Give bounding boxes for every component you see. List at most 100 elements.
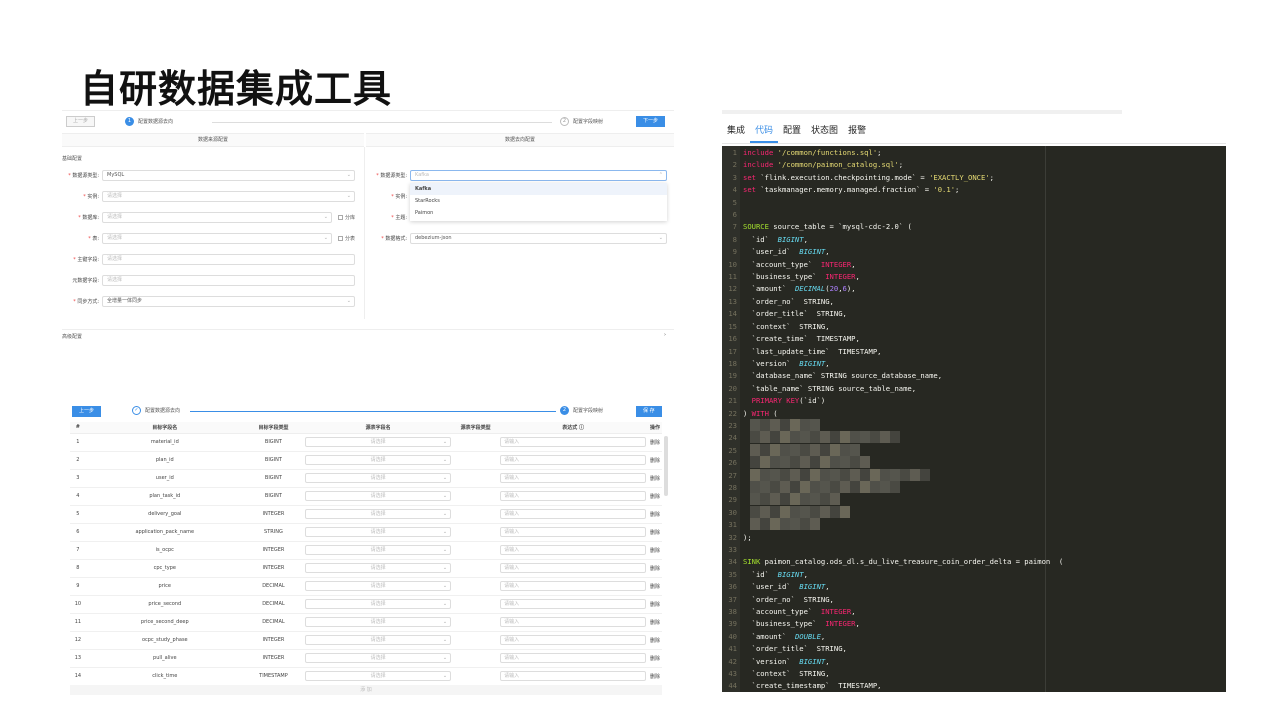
step-2[interactable]: 2 配置字段映射: [560, 406, 603, 415]
primary-key-select[interactable]: 请选择: [102, 254, 355, 265]
source-field-select[interactable]: 请选择 ⌄: [305, 635, 452, 645]
target-field-type: INTEGER: [243, 541, 304, 560]
code-token: BIGINT: [777, 569, 804, 579]
delete-link[interactable]: 删除: [648, 595, 662, 614]
expression-input[interactable]: 请输入: [500, 671, 647, 681]
delete-link[interactable]: 删除: [648, 541, 662, 560]
source-field-select[interactable]: 请选择 ⌄: [305, 617, 452, 627]
save-button[interactable]: 保 存: [636, 406, 662, 417]
expression-input[interactable]: 请输入: [500, 581, 647, 591]
code-line: 41 `order_title` STRING,: [722, 643, 1063, 655]
data-format-select[interactable]: debezium-json ⌄: [410, 233, 667, 244]
target-type-select[interactable]: Kafka ⌃: [410, 170, 667, 181]
source-type-select[interactable]: MySQL ⌄: [102, 170, 355, 181]
tab-integration[interactable]: 集成: [722, 120, 750, 143]
shard-table-checkbox[interactable]: 分表: [338, 235, 355, 242]
line-number: 38: [728, 607, 737, 617]
metadata-field-select[interactable]: 请选择: [102, 275, 355, 286]
shard-db-checkbox[interactable]: 分库: [338, 214, 355, 221]
source-field-select[interactable]: 请选择 ⌄: [305, 491, 452, 501]
tab-state-graph[interactable]: 状态图: [806, 120, 843, 143]
dropdown-option-paimon[interactable]: Paimon: [410, 207, 667, 219]
advanced-config-section[interactable]: 高级配置 ›: [62, 329, 674, 340]
step-2[interactable]: 2 配置字段映射: [560, 117, 603, 126]
expression-input[interactable]: 请输入: [500, 617, 647, 627]
redaction-pixel: [880, 431, 890, 444]
source-field-select[interactable]: 请选择 ⌄: [305, 599, 452, 609]
line-number: 5: [732, 197, 737, 207]
delete-link[interactable]: 删除: [648, 469, 662, 488]
expression-input[interactable]: 请输入: [500, 635, 647, 645]
redaction-pixel: [830, 505, 840, 518]
code-token: 'EXACTLY_ONCE': [929, 172, 990, 182]
row-index: 7: [70, 541, 86, 560]
code-token: ;: [989, 172, 994, 182]
delete-link[interactable]: 删除: [648, 631, 662, 650]
delete-link[interactable]: 删除: [648, 577, 662, 596]
table-select[interactable]: 请选择 ⌄: [102, 233, 332, 244]
delete-link[interactable]: 删除: [648, 649, 662, 668]
source-field-select[interactable]: 请选择 ⌄: [305, 455, 452, 465]
delete-link[interactable]: 删除: [648, 667, 662, 686]
delete-link[interactable]: 删除: [648, 505, 662, 524]
expression-input[interactable]: 请输入: [500, 509, 647, 519]
code-line: 38 `account_type` INTEGER,: [722, 606, 1063, 618]
expression-input[interactable]: 请输入: [500, 545, 647, 555]
source-field-select[interactable]: 请选择 ⌄: [305, 581, 452, 591]
source-field-select[interactable]: 请选择 ⌄: [305, 437, 452, 447]
code-line: 4 set `taskmanager.memory.managed.fractio…: [722, 184, 1063, 196]
dropdown-option-kafka[interactable]: Kafka: [410, 183, 667, 195]
source-field-select[interactable]: 请选择 ⌄: [305, 527, 452, 537]
delete-link[interactable]: 删除: [648, 433, 662, 452]
redaction-pixel: [760, 505, 770, 518]
instance-select[interactable]: 请选择 ⌄: [102, 191, 355, 202]
dropdown-option-starrocks[interactable]: StarRocks: [410, 195, 667, 207]
source-field-type: [453, 559, 499, 578]
tab-alert[interactable]: 报警: [843, 120, 871, 143]
source-field-select[interactable]: 请选择 ⌄: [305, 671, 452, 681]
tab-code[interactable]: 代码: [750, 120, 779, 143]
delete-link[interactable]: 删除: [648, 523, 662, 542]
expression-input[interactable]: 请输入: [500, 437, 647, 447]
step-1[interactable]: 1 配置数据源去向: [125, 117, 173, 126]
expression-cell: 请输入: [498, 451, 649, 470]
expression-input[interactable]: 请输入: [500, 599, 647, 609]
redaction-pixel: [780, 443, 790, 456]
redaction-pixel: [800, 518, 810, 531]
source-field-select[interactable]: 请选择 ⌄: [305, 653, 452, 663]
code-line: 13 `order_no` STRING,: [722, 296, 1063, 308]
source-field-select[interactable]: 请选择 ⌄: [305, 509, 452, 519]
tab-config[interactable]: 配置: [778, 120, 806, 143]
expression-cell: 请输入: [498, 523, 649, 542]
add-row-button[interactable]: 添 加: [70, 685, 662, 695]
delete-link[interactable]: 删除: [648, 613, 662, 632]
source-field-select[interactable]: 请选择 ⌄: [305, 473, 452, 483]
row-index: 2: [70, 451, 86, 470]
sync-mode-row: * 同步方式: 全增量一体同步 ⌄: [62, 296, 355, 307]
next-step-button[interactable]: 下一步: [636, 116, 666, 127]
expression-input[interactable]: 请输入: [500, 527, 647, 537]
expression-input[interactable]: 请输入: [500, 563, 647, 573]
source-field-select[interactable]: 请选择 ⌄: [305, 563, 452, 573]
delete-link[interactable]: 删除: [648, 559, 662, 578]
expression-input[interactable]: 请输入: [500, 491, 647, 501]
prev-step-button[interactable]: 上一步: [72, 406, 102, 417]
database-select[interactable]: 请选择 ⌄: [102, 212, 332, 223]
target-field-type: BIGINT: [243, 469, 304, 488]
prev-step-button[interactable]: 上一步: [66, 116, 96, 127]
delete-link[interactable]: 删除: [648, 487, 662, 506]
expression-input[interactable]: 请输入: [500, 455, 647, 465]
delete-link[interactable]: 删除: [648, 451, 662, 470]
expression-input[interactable]: 请输入: [500, 473, 647, 483]
code-editor[interactable]: 1 include '/common/functions.sql'; 2 includ…: [722, 146, 1226, 692]
step-1-done[interactable]: ✓ 配置数据源去向: [132, 406, 180, 415]
col-index: #: [70, 422, 86, 434]
target-topic-label: * 主题:: [391, 215, 407, 221]
table-scrollbar[interactable]: [664, 436, 668, 496]
source-field-select[interactable]: 请选择 ⌄: [305, 545, 452, 555]
expression-input[interactable]: 请输入: [500, 653, 647, 663]
redaction-pixel: [840, 431, 850, 444]
sync-mode-select[interactable]: 全增量一体同步 ⌄: [102, 296, 355, 307]
row-index: 1: [70, 433, 86, 452]
table-row: 4 plan_task_id BIGINT 请选择 ⌄ 请输入 删除: [70, 487, 662, 506]
